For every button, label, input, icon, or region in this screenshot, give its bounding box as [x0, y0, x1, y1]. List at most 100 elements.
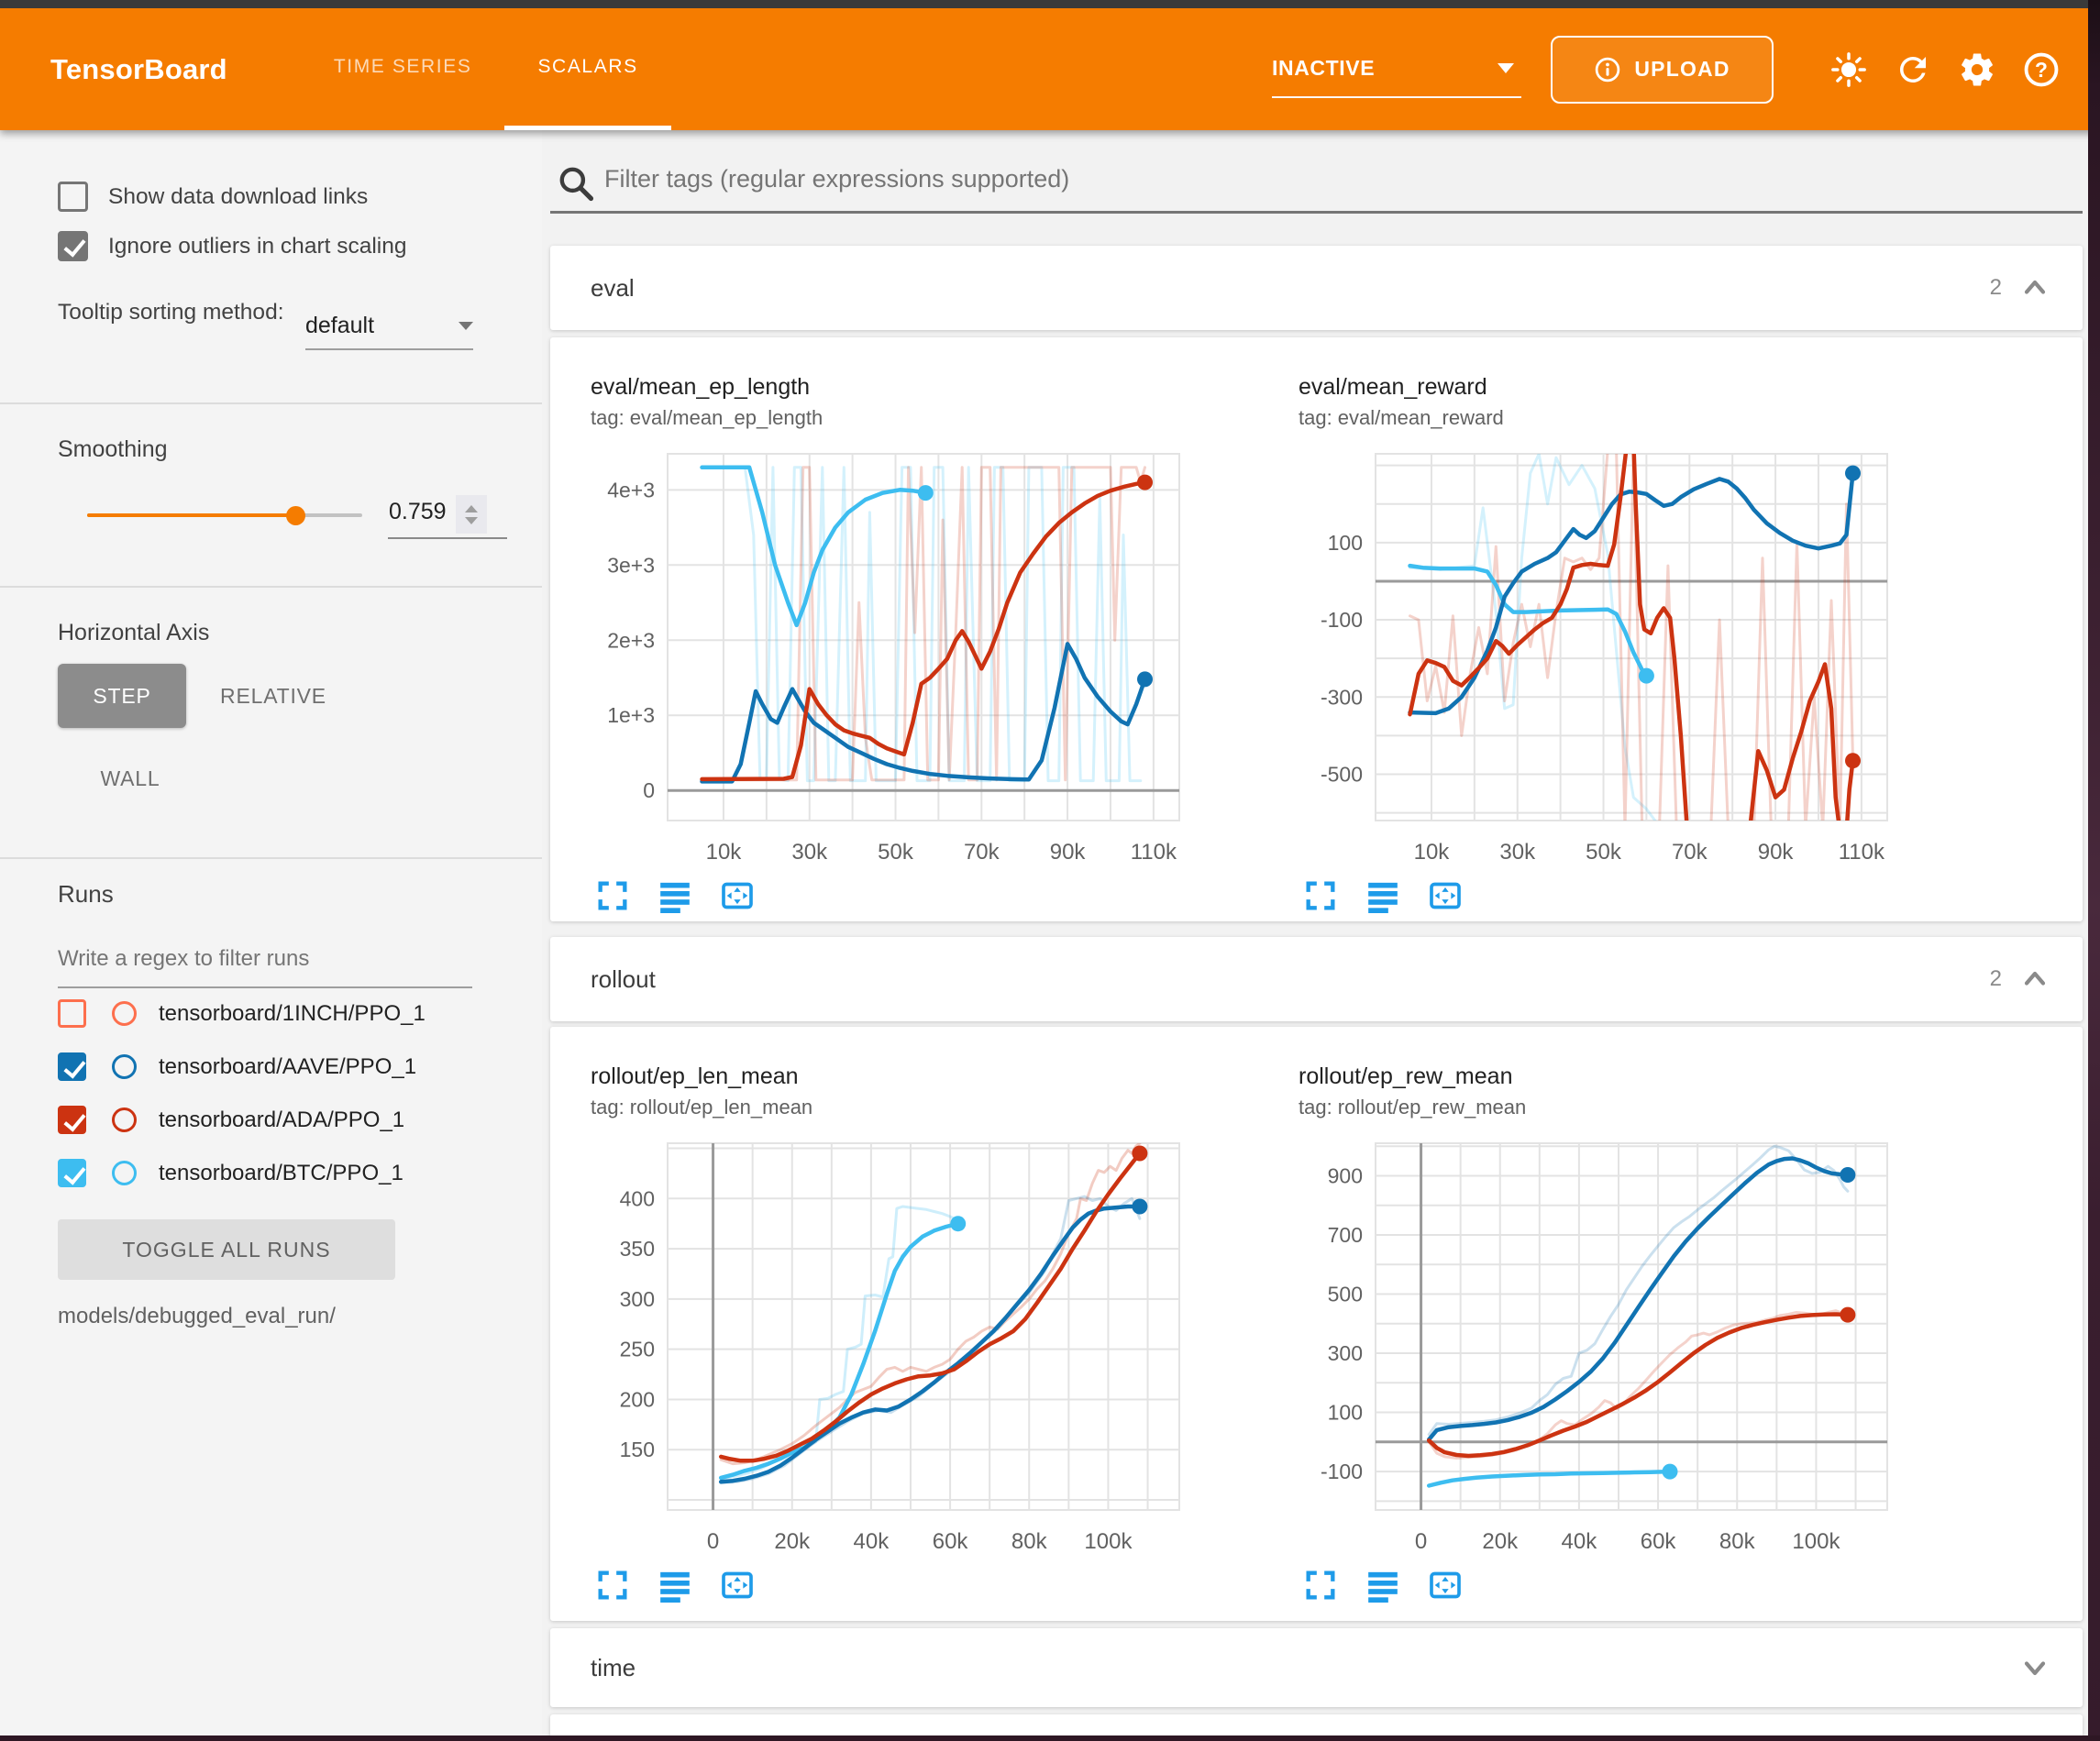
chart-tag: tag: rollout/ep_len_mean	[591, 1096, 1232, 1119]
runs-list-icon[interactable]	[657, 877, 693, 914]
svg-text:10k: 10k	[1414, 840, 1451, 865]
show-download-links-checkbox[interactable]	[58, 182, 88, 212]
tooltip-sorting-dropdown[interactable]: default	[305, 303, 473, 350]
axis-wall-button[interactable]: WALL	[66, 746, 194, 810]
runs-list-icon[interactable]	[657, 1567, 693, 1603]
run-color-ring[interactable]	[112, 1054, 137, 1079]
fit-data-icon[interactable]	[1427, 877, 1464, 914]
svg-text:200: 200	[620, 1387, 655, 1411]
svg-text:70k: 70k	[1672, 840, 1708, 865]
stepper-up-icon[interactable]	[465, 505, 478, 512]
line-chart[interactable]: -100100300500700900020k40k60k80k100k	[1299, 1132, 1904, 1563]
svg-text:-300: -300	[1321, 685, 1363, 709]
line-chart[interactable]: 150200250300350400020k40k60k80k100k	[591, 1132, 1196, 1563]
line-chart[interactable]: 100-100-300-50010k30k50k70k90k110k	[1299, 443, 1904, 874]
run-color-ring[interactable]	[112, 1107, 137, 1132]
run-checkbox[interactable]	[58, 999, 86, 1028]
header-controls: INACTIVE UPLOAD	[1272, 8, 2067, 130]
chart-toolbar	[1302, 1567, 1940, 1603]
svg-text:4e+3: 4e+3	[607, 478, 655, 501]
svg-text:350: 350	[620, 1237, 655, 1261]
svg-text:40k: 40k	[1562, 1529, 1598, 1554]
smoothing-stepper[interactable]	[456, 495, 487, 534]
svg-text:80k: 80k	[1719, 1529, 1756, 1554]
runs-list-icon[interactable]	[1365, 1567, 1401, 1603]
svg-text:20k: 20k	[774, 1529, 811, 1554]
svg-text:110k: 110k	[1131, 840, 1177, 865]
smoothing-slider-handle[interactable]	[286, 506, 305, 525]
fit-data-icon[interactable]	[719, 877, 756, 914]
svg-text:70k: 70k	[964, 840, 1000, 865]
fit-data-icon[interactable]	[719, 1567, 756, 1603]
window-top-strip	[0, 0, 2100, 8]
svg-text:100k: 100k	[1084, 1529, 1133, 1554]
svg-text:-100: -100	[1321, 608, 1363, 632]
fullscreen-icon[interactable]	[594, 877, 631, 914]
section-title: time	[591, 1654, 636, 1682]
run-row-btc: tensorboard/BTC/PPO_1	[58, 1159, 403, 1187]
axis-step-button[interactable]: STEP	[58, 664, 186, 728]
stepper-down-icon[interactable]	[465, 517, 478, 524]
section-header-time[interactable]: time	[550, 1628, 2083, 1707]
section-header-eval[interactable]: eval 2	[550, 246, 2083, 330]
svg-text:2e+3: 2e+3	[607, 628, 655, 652]
run-filter-underline	[58, 986, 472, 988]
section-title: eval	[591, 274, 635, 303]
upload-button[interactable]: UPLOAD	[1551, 36, 1774, 104]
chart-card-rollout-ep-rew-mean: rollout/ep_rew_mean tag: rollout/ep_rew_…	[1299, 1063, 1940, 1603]
window-bottom-strip	[0, 1735, 2100, 1741]
run-name: tensorboard/BTC/PPO_1	[159, 1161, 403, 1186]
svg-text:90k: 90k	[1050, 840, 1087, 865]
run-row-ada: tensorboard/ADA/PPO_1	[58, 1106, 404, 1134]
svg-text:500: 500	[1328, 1283, 1363, 1306]
upload-label: UPLOAD	[1634, 57, 1730, 82]
svg-text:50k: 50k	[1586, 840, 1622, 865]
svg-text:20k: 20k	[1482, 1529, 1519, 1554]
run-color-ring[interactable]	[112, 1161, 137, 1185]
brightness-icon[interactable]	[1823, 44, 1874, 95]
section-title: rollout	[591, 965, 656, 994]
chevron-up-icon[interactable]	[2018, 963, 2051, 996]
show-download-links-row: Show data download links	[58, 182, 368, 212]
svg-text:110k: 110k	[1839, 840, 1885, 865]
tab-scalars[interactable]: SCALARS	[504, 8, 670, 130]
run-state-value: INACTIVE	[1272, 56, 1375, 81]
divider	[0, 857, 542, 859]
app-header: TensorBoard TIME SERIES SCALARS INACTIVE…	[0, 8, 2100, 130]
chart-title: rollout/ep_rew_mean	[1299, 1063, 1940, 1090]
runs-list-icon[interactable]	[1365, 877, 1401, 914]
tab-time-series[interactable]: TIME SERIES	[301, 8, 505, 130]
fullscreen-icon[interactable]	[1302, 1567, 1339, 1603]
run-checkbox[interactable]	[58, 1052, 86, 1081]
svg-text:60k: 60k	[1641, 1529, 1677, 1554]
run-state-dropdown[interactable]: INACTIVE	[1272, 41, 1521, 98]
run-checkbox[interactable]	[58, 1106, 86, 1134]
axis-relative-button[interactable]: RELATIVE	[209, 664, 337, 728]
help-icon[interactable]: ?	[2016, 44, 2067, 95]
line-chart[interactable]: 01e+32e+33e+34e+310k30k50k70k90k110k	[591, 443, 1196, 874]
svg-text:900: 900	[1328, 1163, 1363, 1187]
fullscreen-icon[interactable]	[1302, 877, 1339, 914]
svg-text:0: 0	[643, 778, 655, 802]
scrollbar-track[interactable]	[2088, 0, 2100, 1741]
run-filter-input[interactable]: Write a regex to filter runs	[58, 946, 309, 972]
settings-icon[interactable]	[1951, 44, 2003, 95]
svg-text:3e+3: 3e+3	[607, 553, 655, 577]
chart-card-eval-mean-ep-length: eval/mean_ep_length tag: eval/mean_ep_le…	[591, 374, 1232, 914]
tag-filter-input[interactable]: Filter tags (regular expressions support…	[604, 165, 1069, 193]
refresh-icon[interactable]	[1887, 44, 1939, 95]
toggle-all-runs-button[interactable]: TOGGLE ALL RUNS	[58, 1219, 395, 1280]
fit-data-icon[interactable]	[1427, 1567, 1464, 1603]
svg-text:0: 0	[1415, 1529, 1427, 1554]
run-color-ring[interactable]	[112, 1001, 137, 1026]
fullscreen-icon[interactable]	[594, 1567, 631, 1603]
svg-text:100: 100	[1328, 1401, 1363, 1425]
chevron-down-icon[interactable]	[2018, 1651, 2051, 1684]
svg-text:30k: 30k	[1499, 840, 1536, 865]
section-header-rollout[interactable]: rollout 2	[550, 937, 2083, 1021]
run-checkbox[interactable]	[58, 1159, 86, 1187]
ignore-outliers-checkbox[interactable]	[58, 231, 88, 261]
ignore-outliers-label: Ignore outliers in chart scaling	[108, 234, 406, 259]
chevron-up-icon[interactable]	[2018, 271, 2051, 304]
svg-text:50k: 50k	[878, 840, 914, 865]
